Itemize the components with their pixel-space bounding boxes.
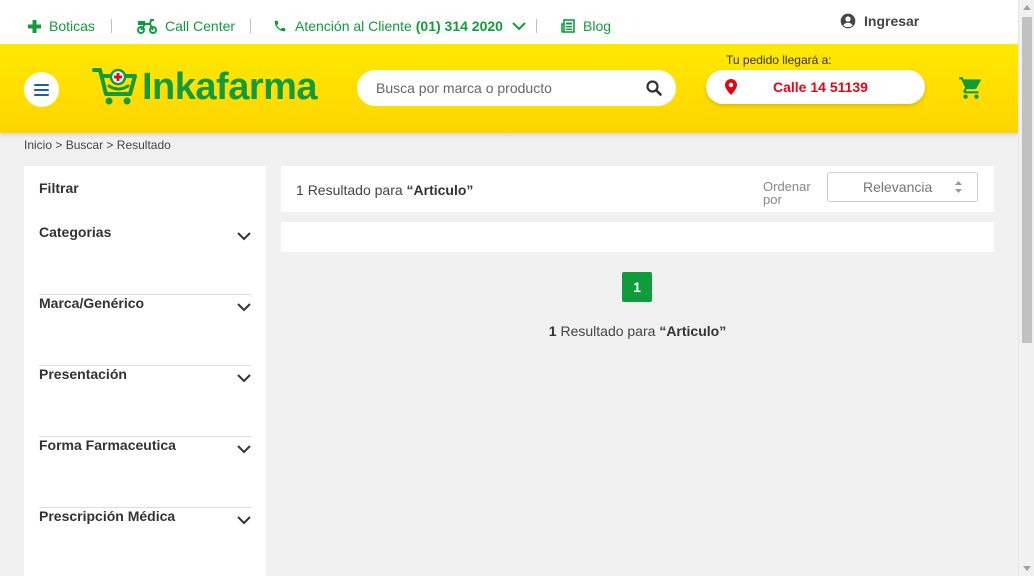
filter-label: Marca/Genérico bbox=[39, 295, 145, 311]
inkafarma-logo[interactable]: Inkafarma bbox=[92, 64, 318, 111]
results-content-area bbox=[281, 222, 994, 252]
results-query: “Articulo” bbox=[406, 182, 474, 198]
chevron-down-icon bbox=[237, 370, 251, 388]
pagination-page-1[interactable]: 1 bbox=[622, 272, 652, 302]
boticas-label: Boticas bbox=[49, 18, 95, 34]
breadcrumb-separator: > bbox=[106, 138, 114, 152]
results-count: 1 bbox=[548, 323, 557, 339]
user-account-icon bbox=[840, 13, 856, 29]
order-select[interactable]: Relevancia bbox=[827, 172, 978, 202]
results-header: 1 Resultado para “Articulo” Ordenar por … bbox=[281, 166, 994, 212]
breadcrumb-inicio[interactable]: Inicio bbox=[24, 138, 52, 152]
results-count: 1 bbox=[296, 182, 304, 198]
results-label: Resultado para bbox=[307, 182, 403, 198]
chevron-down-icon bbox=[237, 228, 251, 246]
logo-text: Inkafarma bbox=[142, 66, 318, 108]
filter-marca-generico[interactable]: Marca/Genérico bbox=[39, 295, 251, 366]
atencion-phone: (01) 314 2020 bbox=[415, 18, 503, 34]
results-summary: 1 Resultado para “Articulo” bbox=[296, 182, 473, 198]
results-summary-bottom: 1 Resultado para “Articulo” bbox=[281, 323, 994, 339]
atencion-cliente-dropdown[interactable]: Atención al Cliente (01) 314 2020 bbox=[273, 18, 526, 34]
top-utility-bar: Boticas Call Center Atención al Cliente … bbox=[0, 0, 1018, 44]
filter-categorias[interactable]: Categorias bbox=[39, 224, 251, 295]
filter-presentacion[interactable]: Presentación bbox=[39, 366, 251, 437]
scrollbar-thumb[interactable] bbox=[1022, 17, 1032, 343]
chevron-down-icon bbox=[512, 21, 526, 31]
scroll-up-arrow-icon[interactable] bbox=[1023, 5, 1031, 10]
separator bbox=[111, 19, 112, 33]
filter-label: Forma Farmaceutica bbox=[39, 437, 176, 453]
filter-title: Filtrar bbox=[39, 180, 79, 196]
filter-sidebar: Filtrar Categorias Marca/Genérico Presen… bbox=[24, 166, 266, 576]
filter-label: Categorias bbox=[39, 224, 112, 240]
login-link[interactable]: Ingresar bbox=[840, 13, 919, 29]
filter-forma-farmaceutica[interactable]: Forma Farmaceutica bbox=[39, 437, 251, 508]
newspaper-icon bbox=[561, 19, 575, 33]
filter-label: Presentación bbox=[39, 366, 127, 382]
call-center-label: Call Center bbox=[165, 18, 236, 34]
results-query: “Articulo” bbox=[659, 323, 727, 339]
delivery-label: Tu pedido llegará a: bbox=[726, 53, 832, 67]
hamburger-menu-button[interactable] bbox=[24, 72, 59, 107]
plus-icon bbox=[28, 19, 41, 33]
filter-label: Prescripción Médica bbox=[39, 508, 176, 524]
filter-prescripcion-medica[interactable]: Prescripción Médica bbox=[39, 508, 251, 576]
chevron-down-icon bbox=[237, 299, 251, 317]
delivery-address: Calle 14 51139 bbox=[773, 79, 868, 95]
separator bbox=[536, 19, 537, 33]
phone-icon bbox=[273, 19, 287, 33]
delivery-scooter-icon bbox=[137, 18, 157, 34]
blog-label: Blog bbox=[583, 18, 612, 34]
results-label: Resultado para bbox=[560, 323, 656, 339]
logo-cart-icon bbox=[92, 64, 138, 111]
separator bbox=[250, 19, 251, 33]
sort-arrows-icon bbox=[954, 179, 963, 200]
breadcrumb: Inicio > Buscar > Resultado bbox=[24, 138, 171, 152]
atencion-label: Atención al Cliente bbox=[295, 18, 412, 34]
call-center-link[interactable]: Call Center bbox=[137, 18, 235, 34]
search-input[interactable] bbox=[376, 70, 636, 106]
scroll-down-arrow-icon[interactable] bbox=[1023, 566, 1031, 571]
chevron-down-icon bbox=[237, 441, 251, 459]
shopping-cart-icon[interactable] bbox=[957, 75, 985, 106]
chevron-down-icon bbox=[237, 512, 251, 530]
login-label: Ingresar bbox=[864, 13, 920, 29]
search-icon[interactable] bbox=[646, 80, 662, 101]
breadcrumb-separator: > bbox=[55, 138, 63, 152]
boticas-link[interactable]: Boticas bbox=[28, 18, 95, 34]
order-label: Ordenar por bbox=[763, 179, 811, 207]
breadcrumb-buscar[interactable]: Buscar bbox=[66, 138, 103, 152]
page-scrollbar[interactable] bbox=[1018, 0, 1034, 576]
order-selected-value: Relevancia bbox=[863, 179, 933, 195]
delivery-address-button[interactable]: Calle 14 51139 bbox=[706, 70, 925, 104]
main-header: Inkafarma Tu pedido llegará a: Calle 14 … bbox=[0, 44, 1018, 133]
search-bar bbox=[357, 70, 676, 106]
breadcrumb-resultado: Resultado bbox=[116, 138, 171, 152]
blog-link[interactable]: Blog bbox=[561, 18, 611, 34]
